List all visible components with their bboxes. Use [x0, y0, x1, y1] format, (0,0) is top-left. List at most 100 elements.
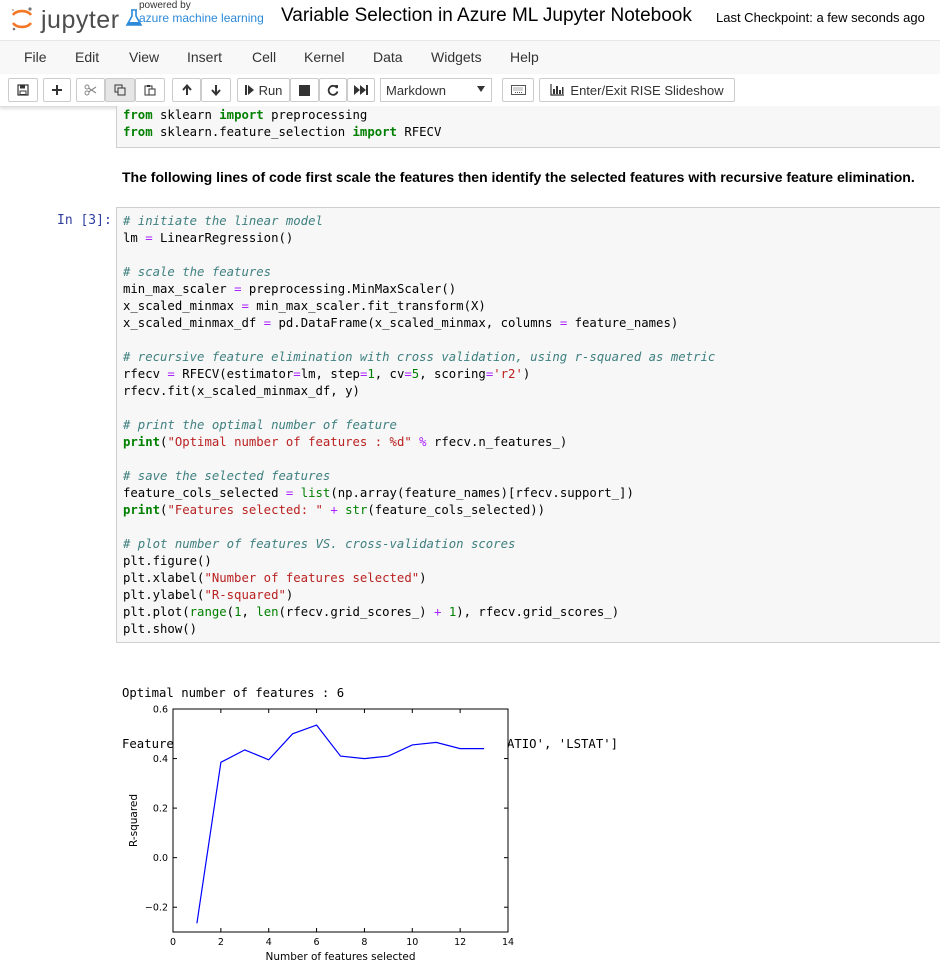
code-token: )	[419, 571, 427, 585]
move-up-button[interactable]	[172, 78, 201, 102]
code-token: plt.figure()	[123, 554, 212, 568]
markdown-cell[interactable]: The following lines of code first scale …	[122, 169, 915, 185]
cell-input-imports[interactable]: from sklearn import preprocessing from sk…	[123, 107, 441, 141]
save-button[interactable]	[8, 78, 38, 102]
interrupt-button[interactable]	[290, 78, 319, 102]
notebook-header: jupyter powered by azure machine learnin…	[0, 0, 940, 40]
x-tick-label: 0	[170, 937, 176, 948]
x-tick-label: 4	[266, 937, 272, 948]
rise-slideshow-button[interactable]: Enter/Exit RISE Slideshow	[539, 78, 735, 102]
code-token: (feature_cols_selected))	[367, 503, 546, 517]
code-line: lm = LinearRegression()	[123, 230, 715, 247]
code-token: lm	[123, 231, 146, 245]
y-tick-label: 0.6	[153, 705, 168, 716]
code-token: from	[123, 125, 153, 139]
code-token: # save the selected features	[123, 469, 331, 483]
code-line: # scale the features	[123, 264, 715, 281]
code-line: x_scaled_minmax = min_max_scaler.fit_tra…	[123, 298, 715, 315]
code-token: )	[285, 588, 294, 602]
paste-button[interactable]	[135, 78, 165, 102]
menu-bar: File Edit View Insert Cell Kernel Data W…	[0, 40, 940, 75]
fast-forward-icon	[354, 85, 368, 95]
plus-icon	[52, 85, 62, 95]
code-token: LinearRegression()	[152, 231, 294, 245]
code-token: , cv	[374, 367, 405, 381]
floppy-icon	[17, 84, 29, 96]
code-token: =	[167, 367, 175, 381]
code-token: )	[522, 367, 531, 381]
x-tick-label: 6	[314, 937, 320, 948]
restart-button[interactable]	[319, 78, 347, 102]
code-token: # initiate the linear model	[123, 214, 323, 228]
code-cell-imports[interactable]: from sklearn import preprocessing from sk…	[116, 106, 940, 148]
code-token: 'r2'	[493, 367, 523, 381]
y-tick-label: −0.2	[145, 903, 168, 914]
x-tick-label: 14	[502, 937, 514, 948]
code-token: # scale the features	[123, 265, 272, 279]
restart-run-all-button[interactable]	[347, 78, 375, 102]
menu-help[interactable]: Help	[510, 49, 539, 65]
menu-widgets[interactable]: Widgets	[431, 49, 482, 65]
menu-edit[interactable]: Edit	[75, 49, 99, 65]
insert-cell-button[interactable]	[43, 78, 71, 102]
code-token: min_max_scaler	[123, 282, 235, 296]
command-palette-button[interactable]	[502, 78, 534, 102]
menu-file[interactable]: File	[24, 49, 47, 65]
code-token: print	[123, 503, 161, 517]
code-token: "R-squared"	[204, 588, 286, 602]
clipboard-icon	[144, 85, 156, 96]
code-token: (np.array(feature_names)[rfecv.support_]…	[330, 486, 634, 500]
move-down-button[interactable]	[201, 78, 231, 102]
copy-icon	[114, 84, 126, 96]
code-line: plt.xlabel("Number of features selected"…	[123, 570, 715, 587]
cut-button[interactable]	[76, 78, 105, 102]
jupyter-logo[interactable]: jupyter	[8, 4, 148, 34]
cell-type-select[interactable]: Markdown	[380, 78, 492, 102]
code-line: # save the selected features	[123, 468, 715, 485]
code-token: plt.xlabel(	[123, 571, 205, 585]
refresh-icon	[327, 84, 339, 96]
run-button[interactable]: Run	[237, 78, 290, 102]
step-forward-icon	[244, 85, 254, 95]
copy-button[interactable]	[105, 78, 135, 102]
code-token: import	[219, 108, 264, 122]
menu-data[interactable]: Data	[373, 49, 403, 65]
code-token: "Number of features selected"	[204, 571, 420, 585]
notebook-title[interactable]: Variable Selection in Azure ML Jupyter N…	[281, 5, 692, 27]
code-token: preprocessing.MinMaxScaler()	[241, 282, 457, 296]
menu-cell[interactable]: Cell	[252, 49, 276, 65]
code-line: feature_cols_selected = list(np.array(fe…	[123, 485, 715, 502]
menu-insert[interactable]: Insert	[187, 49, 222, 65]
y-tick-label: 0.0	[153, 853, 168, 864]
code-token: min_max_scaler.fit_transform(X)	[248, 299, 486, 313]
code-line: # print the optimal number of feature	[123, 417, 715, 434]
code-token: , scoring	[419, 367, 486, 381]
code-token: preprocessing	[263, 108, 368, 122]
x-tick-label: 12	[454, 937, 466, 948]
cell-type-value: Markdown	[386, 83, 446, 98]
code-token: "Optimal number of features : %d"	[167, 435, 412, 449]
run-label: Run	[258, 82, 283, 98]
code-token: feature_cols_selected	[123, 486, 286, 500]
code-token: list	[300, 486, 331, 500]
code-line: # recursive feature elimination with cro…	[123, 349, 715, 366]
code-line: print("Features selected: " + str(featur…	[123, 502, 715, 519]
code-token: len	[256, 605, 279, 619]
code-token: rfecv	[123, 367, 168, 381]
menu-kernel[interactable]: Kernel	[304, 49, 344, 65]
code-line: rfecv = RFECV(estimator=lm, step=1, cv=5…	[123, 366, 715, 383]
code-token: RFECV(estimator	[174, 367, 294, 381]
code-line: x_scaled_minmax_df = pd.DataFrame(x_scal…	[123, 315, 715, 332]
code-token: sklearn	[152, 108, 220, 122]
code-cell-3[interactable]: # initiate the linear model lm = LinearRe…	[116, 207, 940, 643]
code-line: plt.figure()	[123, 553, 715, 570]
arrow-up-icon	[181, 84, 192, 95]
menu-view[interactable]: View	[129, 49, 159, 65]
code-token: rfecv.n_features_)	[426, 435, 568, 449]
x-tick-label: 10	[406, 937, 418, 948]
cell-input-code[interactable]: # initiate the linear model lm = LinearRe…	[123, 213, 715, 638]
